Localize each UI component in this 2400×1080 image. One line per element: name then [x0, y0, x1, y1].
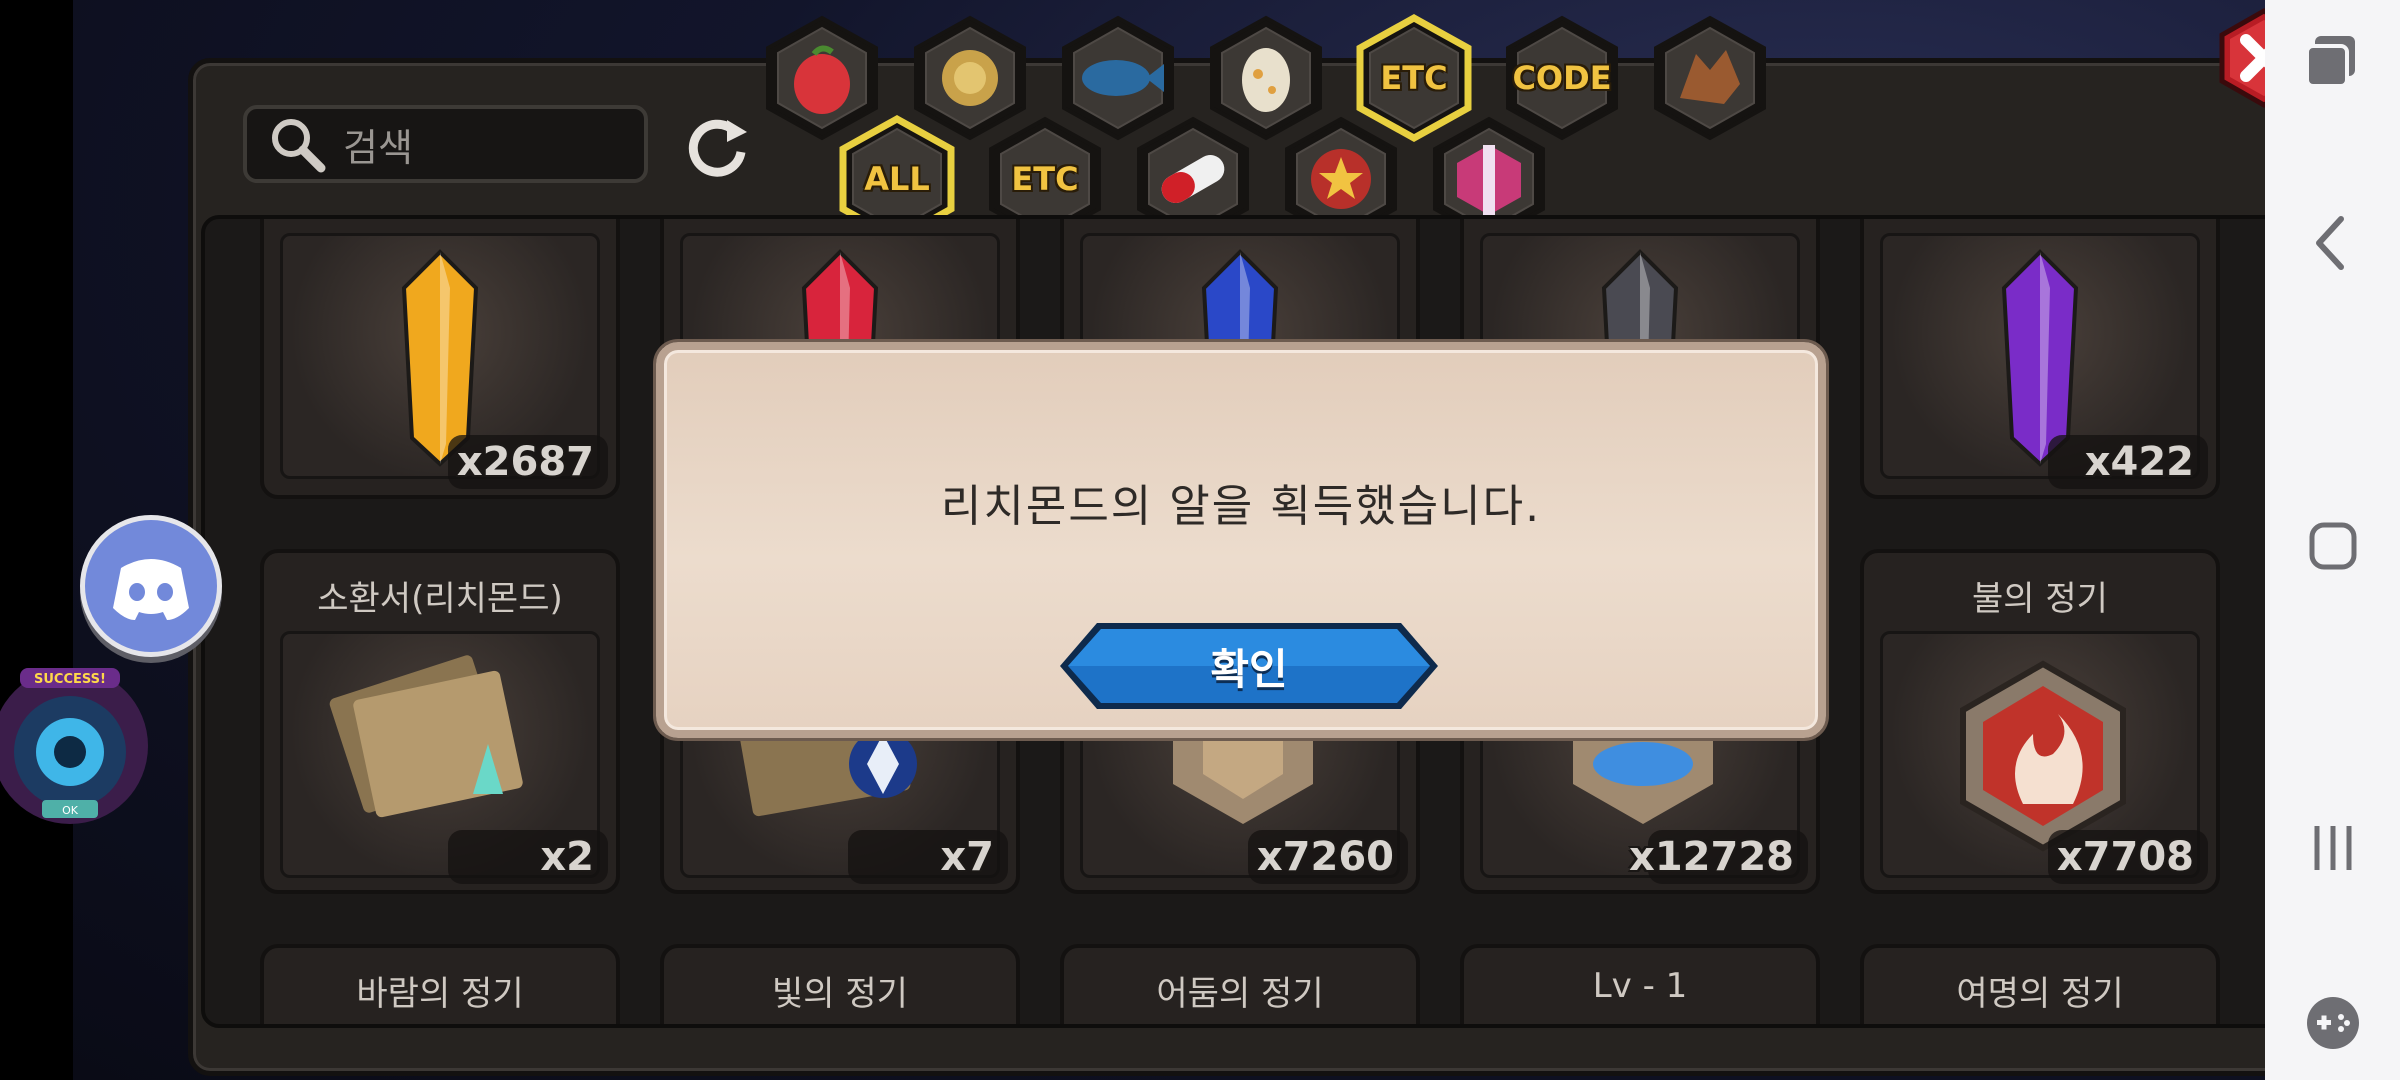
back-icon[interactable]: [2295, 205, 2371, 281]
success-badge[interactable]: SUCCESS! OK: [0, 660, 158, 828]
reward-dialog: 리치몬드의 알을 획득했습니다. 확인: [656, 342, 1826, 738]
success-badge-text: SUCCESS!: [34, 672, 106, 687]
success-badge-ok: OK: [62, 804, 79, 817]
home-icon[interactable]: [2295, 508, 2371, 584]
discord-button[interactable]: [80, 515, 222, 657]
confirm-button[interactable]: 확인: [1057, 620, 1441, 712]
dialog-message: 리치몬드의 알을 획득했습니다.: [940, 481, 1542, 532]
recents-icon[interactable]: [2295, 810, 2371, 886]
recent-windows-icon[interactable]: [2295, 22, 2371, 98]
system-navbar: [2265, 0, 2400, 1080]
confirm-label: 확인: [1210, 644, 1288, 694]
discord-icon: [113, 559, 189, 620]
game-screen: 검색 ETC CODE ALL ETC x2687 x422 소환서(리치몬드) x2 x7…: [73, 0, 2265, 1080]
game-tools-icon[interactable]: [2295, 985, 2371, 1061]
